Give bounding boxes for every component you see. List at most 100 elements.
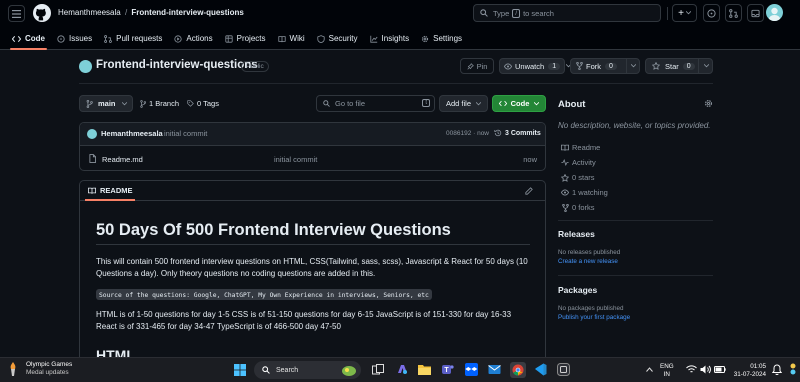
tab-projects[interactable]: Projects <box>225 34 266 43</box>
tag-icon <box>187 100 194 107</box>
releases-empty: No releases published <box>558 249 621 256</box>
tab-insights[interactable]: Insights <box>369 34 409 43</box>
add-file-button[interactable]: Add file <box>439 95 488 112</box>
readme-tab[interactable]: README <box>88 186 133 195</box>
pin-button[interactable]: Pin <box>460 58 494 74</box>
list-item[interactable]: Readme <box>558 140 608 155</box>
tab-wiki[interactable]: Wiki <box>277 34 305 43</box>
issues-button[interactable] <box>703 4 720 22</box>
tab-pull-requests-label: Pull requests <box>116 34 163 43</box>
tab-actions[interactable]: Actions <box>174 34 213 43</box>
teams-icon[interactable]: T <box>441 363 454 376</box>
unwatch-count: 1 <box>548 62 561 70</box>
search-placeholder-pre: Type <box>493 8 510 18</box>
unwatch-button[interactable]: Unwatch 1 <box>499 58 572 74</box>
chevron-down-icon <box>534 101 540 106</box>
weather-title: Olympic Games <box>26 361 73 368</box>
readme-schedule: HTML is of 1-50 questions for day 1-5 CS… <box>96 310 512 331</box>
chevron-down-icon[interactable] <box>631 64 636 68</box>
owner-link[interactable]: Hemanthmeesala <box>58 8 121 17</box>
tab-code[interactable]: Code <box>10 28 47 50</box>
taskbar-search[interactable]: Search <box>254 361 361 379</box>
create-release-link[interactable]: Create a new release <box>558 258 618 265</box>
repo-link[interactable]: Frontend-interview-questions <box>131 8 243 17</box>
clock[interactable]: 01:05 31-07-2024 <box>728 363 766 379</box>
bell-icon[interactable] <box>772 364 782 375</box>
star-button[interactable]: Star 0 <box>645 58 713 74</box>
readme-header: README <box>80 181 545 201</box>
taskbar-search-label: Search <box>276 366 299 374</box>
wifi-icon[interactable] <box>686 365 697 374</box>
search-icon <box>480 9 488 17</box>
table-row[interactable]: Readme.md initial commit now <box>80 147 545 170</box>
chrome-icon[interactable] <box>510 362 526 378</box>
github-logo-icon[interactable] <box>33 4 51 22</box>
go-to-file-input[interactable]: Go to file t <box>316 95 435 112</box>
list-item[interactable]: Activity <box>558 155 608 170</box>
search-shortcut-key: / <box>512 8 521 18</box>
git-branch-icon <box>86 99 93 108</box>
active-tab-underline <box>10 47 47 50</box>
readme-source-code: Source of the questions: Google, ChatGPT… <box>96 289 432 300</box>
menu-button[interactable] <box>8 5 25 22</box>
repo-title[interactable]: Frontend-interview-questions <box>96 59 258 71</box>
user-avatar[interactable] <box>766 4 783 21</box>
unwatch-label: Unwatch <box>515 61 545 71</box>
commit-author-avatar[interactable] <box>87 129 97 139</box>
task-view-icon[interactable] <box>372 364 384 376</box>
commit-message[interactable]: initial commit <box>164 129 207 138</box>
weather-widget[interactable]: Olympic Games Medal updates <box>6 361 72 377</box>
tab-issues[interactable]: Issues <box>57 34 92 43</box>
vscode-icon[interactable] <box>534 363 547 376</box>
commits-link[interactable]: 3 Commits <box>494 129 541 137</box>
file-explorer-icon[interactable] <box>418 364 431 375</box>
create-new-button[interactable]: + <box>672 4 697 22</box>
gear-icon[interactable] <box>704 99 713 108</box>
activity-link: Activity <box>572 158 596 167</box>
commit-hash-time[interactable]: 0086192 · now <box>446 130 489 137</box>
eye-icon <box>504 63 512 70</box>
code-icon <box>12 35 21 43</box>
global-search-input[interactable]: Type / to search <box>473 4 661 22</box>
pull-requests-button[interactable] <box>725 4 742 22</box>
list-item[interactable]: 1 watching <box>558 185 608 200</box>
star-label: Star <box>665 61 679 71</box>
packages-title[interactable]: Packages <box>558 285 597 295</box>
tab-security[interactable]: Security <box>317 34 358 43</box>
pin-icon <box>467 62 474 70</box>
code-button[interactable]: Code <box>492 95 546 112</box>
readme-source-text: Source of the questions: Google, ChatGPT… <box>99 292 429 299</box>
go-to-file-shortcut: t <box>422 99 430 107</box>
list-item[interactable]: 0 stars <box>558 170 608 185</box>
windows-start-icon[interactable] <box>234 364 246 376</box>
list-item[interactable]: 0 forks <box>558 200 608 215</box>
volume-icon[interactable] <box>700 365 711 374</box>
fork-button[interactable]: Fork 0 <box>570 58 640 74</box>
tab-pull-requests[interactable]: Pull requests <box>104 34 162 43</box>
branch-selector[interactable]: main <box>79 95 133 112</box>
battery-icon[interactable] <box>714 366 726 373</box>
plus-icon: + <box>678 7 684 19</box>
mail-icon[interactable] <box>488 363 501 376</box>
branches-link[interactable]: 1 Branch <box>140 99 179 108</box>
language-indicator[interactable]: ENG IN <box>660 363 674 379</box>
releases-title[interactable]: Releases <box>558 229 595 239</box>
tags-link[interactable]: 0 Tags <box>187 99 219 108</box>
commit-author[interactable]: Hemanthmeesala <box>101 129 163 138</box>
header-divider <box>667 7 668 20</box>
play-icon <box>174 34 182 43</box>
pencil-icon[interactable] <box>525 187 533 195</box>
file-commit-message[interactable]: initial commit <box>274 155 317 164</box>
app-icon[interactable] <box>557 363 570 376</box>
dropbox-icon[interactable] <box>465 363 478 376</box>
notifications-button[interactable] <box>747 4 764 22</box>
file-name[interactable]: Readme.md <box>102 155 143 164</box>
chevron-up-icon[interactable] <box>646 367 653 372</box>
about-list: Readme Activity 0 stars 1 watching 0 for… <box>558 140 608 215</box>
copilot-icon[interactable] <box>396 363 409 376</box>
weather-text: Olympic Games Medal updates <box>26 361 72 377</box>
readme-link: Readme <box>572 143 601 152</box>
chevron-down-icon[interactable] <box>704 64 709 68</box>
tab-settings[interactable]: Settings <box>421 34 462 43</box>
publish-package-link[interactable]: Publish your first package <box>558 314 630 321</box>
